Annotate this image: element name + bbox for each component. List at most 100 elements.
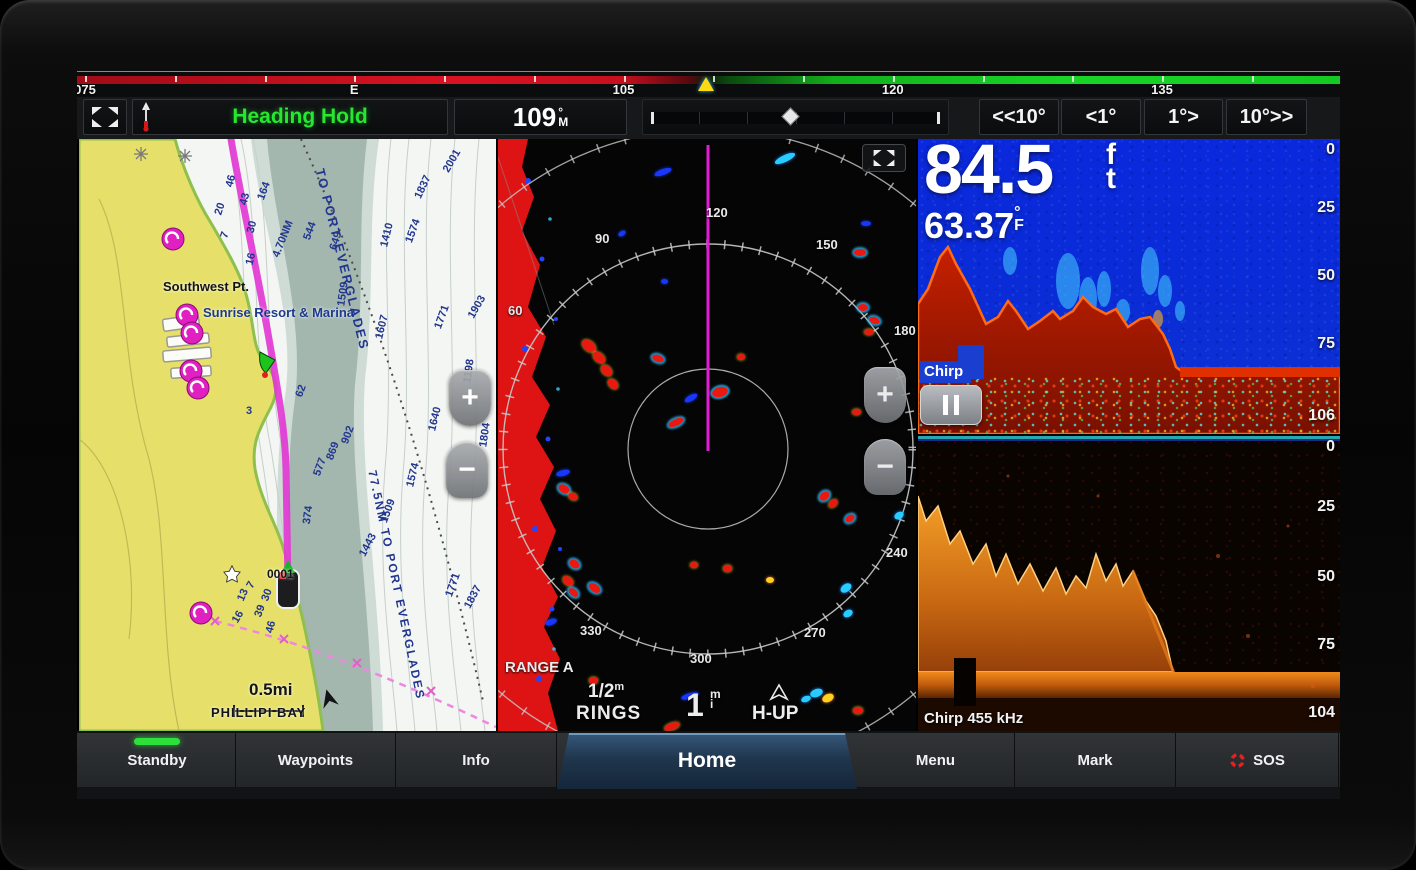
radar-echo (864, 329, 874, 335)
water-temp-readout: 63.37°F (924, 205, 1024, 247)
radar-range-value: 1 (686, 687, 704, 724)
radar-orientation-label: H-UP (752, 703, 798, 725)
heading-step-button-1[interactable]: <<10° (979, 99, 1059, 135)
radar-echo (690, 562, 698, 568)
bottom-button-mark[interactable]: Mark (1015, 733, 1176, 787)
expand-icon (92, 107, 118, 127)
radar-echo (723, 565, 732, 572)
expand-icon (873, 150, 895, 166)
sonar-pause-button[interactable] (920, 385, 982, 425)
bottom-button-label: Waypoints (278, 752, 353, 769)
radar-echo (854, 249, 866, 256)
compass-ribbon: 075E105120135 (77, 71, 1340, 98)
compass-tick (803, 76, 805, 82)
depth-scale-label: 50 (1317, 568, 1335, 586)
bottom-button-label: Mark (1077, 752, 1112, 769)
bottom-button-label: SOS (1253, 752, 1285, 769)
radar-echo (661, 279, 668, 284)
depth-scale-label: 50 (1317, 267, 1335, 285)
sonar-mode-tag: Chirp (920, 361, 971, 383)
compass-tick (265, 76, 267, 82)
depth-scale-label: 75 (1317, 335, 1335, 353)
radar-echo (852, 409, 861, 415)
compass-tick (983, 76, 985, 82)
heading-marker-icon (698, 77, 714, 91)
radar-bearing-label: 60 (508, 303, 522, 318)
sonar-mode-label: Chirp 455 kHz (924, 710, 1023, 727)
pause-icon (954, 395, 959, 415)
bottom-button-home[interactable]: Home (557, 733, 857, 789)
depth-readout: 84.5 (924, 139, 1052, 209)
radar-range-label: RANGE A (505, 659, 574, 676)
screen: 075E105120135 Heading Hold 109 ° M (77, 71, 1340, 799)
depth-scale-label: 104 (1308, 704, 1335, 722)
radar-zoom-out-button[interactable]: − (864, 439, 906, 495)
radar-range-unit: mi (710, 689, 721, 709)
bottom-button-sos[interactable]: SOS (1176, 733, 1339, 787)
radar-echo (858, 304, 868, 311)
bottom-button-row: Standby Waypoints Info Home Menu Mark SOS (77, 733, 1340, 787)
sonar-clearvu-pane[interactable]: 0255075104 Chirp 455 kHz (918, 436, 1340, 731)
sonar-panes: 84.5 ft 63.37°F 0255075106 Chirp (918, 139, 1340, 731)
chart-label-marina: Sunrise Resort & Marina (203, 305, 354, 320)
compass-tick-label: 135 (1151, 82, 1173, 97)
radar-pane[interactable]: 6090120150180240270300330 RANGE A 1/2m R… (498, 139, 916, 731)
chart-label-southwest-pt: Southwest Pt. (163, 279, 249, 294)
radar-echo (861, 221, 871, 226)
radar-bearing-label: 90 (595, 231, 609, 246)
depth-scale-label: 0 (1326, 141, 1335, 159)
radar-graphics (498, 139, 916, 731)
depth-unit: ft (1106, 143, 1116, 191)
bottom-button-info[interactable]: Info (396, 733, 557, 787)
depth-scale-label: 75 (1317, 636, 1335, 654)
compass-tick (534, 76, 536, 82)
radar-echo (853, 707, 863, 714)
radar-bearing-label: 150 (816, 237, 838, 252)
radar-bearing-label: 300 (690, 651, 712, 666)
expand-button[interactable] (83, 99, 127, 135)
bottom-button-label: Info (462, 752, 490, 769)
compass-tick-label: 075 (77, 82, 96, 97)
radar-echo (766, 577, 774, 583)
heading-step-button-2[interactable]: <1° (1061, 99, 1141, 135)
chart-zoom-in-button[interactable]: + (449, 370, 491, 426)
sos-lifering-icon (1229, 752, 1246, 769)
radar-fullscreen-button[interactable] (862, 144, 906, 172)
bottom-button-standby[interactable]: Standby (79, 733, 236, 787)
heading-readout: 109 ° M (454, 99, 627, 135)
bottom-button-menu[interactable]: Menu (857, 733, 1015, 787)
autopilot-toolbar: Heading Hold 109 ° M <<10°<1°1°>10°>> (77, 97, 1340, 139)
radar-zoom-in-button[interactable]: + (864, 367, 906, 423)
radar-echo (737, 354, 745, 360)
heading-step-button-4[interactable]: 10°>> (1226, 99, 1307, 135)
chart-zoom-out-button[interactable]: − (446, 442, 488, 498)
rudder-position-marker (781, 107, 799, 125)
pause-icon (943, 395, 948, 415)
chart-scale-label: 0.5mi (249, 680, 292, 700)
waypoint-label: 0001 (267, 567, 294, 581)
radar-rings-value: 1/2m (588, 681, 624, 703)
compass-tick (1072, 76, 1074, 82)
radar-bearing-label: 240 (886, 545, 908, 560)
radar-bearing-label: 180 (894, 323, 916, 338)
sonar-chirp-pane[interactable]: 84.5 ft 63.37°F 0255075106 Chirp (918, 139, 1340, 434)
home-label: Home (678, 749, 736, 773)
autopilot-status-label: Heading Hold (153, 105, 447, 129)
radar-rings-word: RINGS (576, 703, 641, 725)
chart-pane[interactable]: Southwest Pt. Sunrise Resort & Marina TO… (79, 139, 496, 731)
rudder-position-indicator (642, 99, 949, 135)
device-bezel: 075E105120135 Heading Hold 109 ° M (0, 0, 1416, 870)
rudder-bar (651, 112, 940, 124)
active-indicator (134, 738, 180, 745)
sonar-bottom-graphics (918, 436, 1340, 731)
heading-step-button-3[interactable]: 1°> (1144, 99, 1223, 135)
radar-bearing-label: 330 (580, 623, 602, 638)
radar-bearing-label: 120 (706, 205, 728, 220)
heading-value: 109 (513, 102, 556, 133)
bottom-button-waypoints[interactable]: Waypoints (236, 733, 396, 787)
compass-tick (175, 76, 177, 82)
main-panes: Southwest Pt. Sunrise Resort & Marina TO… (77, 139, 1340, 731)
depth-sounding-label: 374 (301, 505, 315, 525)
compass-tick-label: 120 (882, 82, 904, 97)
compass-tick-label: 105 (613, 82, 635, 97)
